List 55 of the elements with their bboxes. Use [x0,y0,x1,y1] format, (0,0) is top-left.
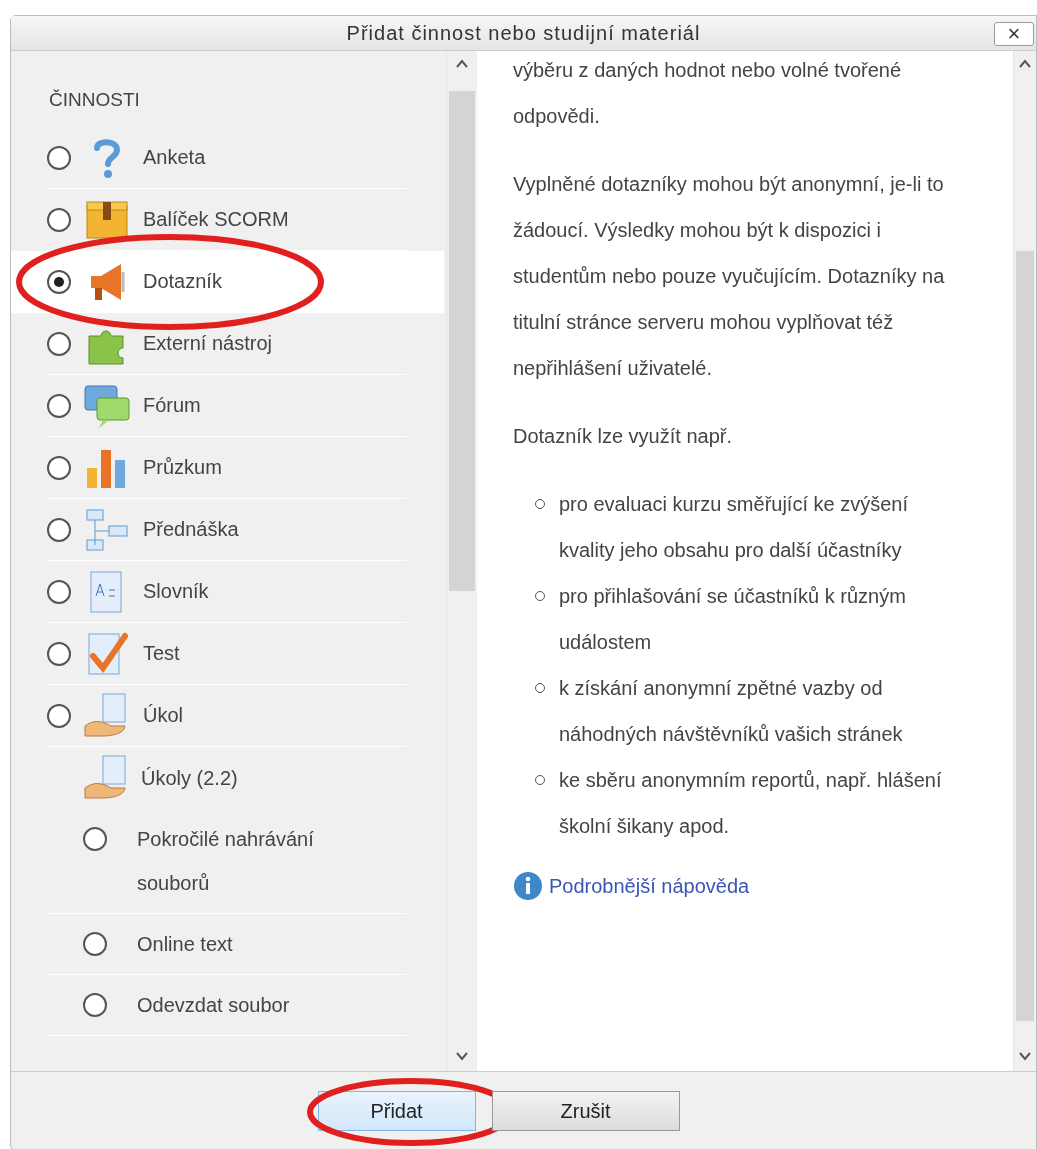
list-row[interactable]: Test [47,623,407,685]
add-button[interactable]: Přidat [317,1091,476,1131]
activity-label: Anketa [143,146,206,169]
radio-button[interactable] [47,269,71,294]
radio-button[interactable] [47,393,71,418]
cancel-button[interactable]: Zrušit [491,1091,680,1131]
close-button[interactable]: × [994,22,1034,46]
activity-label: Úkol [143,704,183,727]
list-row[interactable]: Fórum [47,375,407,437]
scroll-up-icon[interactable] [1018,59,1032,69]
list-row[interactable]: Slovník [47,561,407,623]
radio-button[interactable] [83,993,107,1017]
list-row[interactable]: Průzkum [47,437,407,499]
group-label: Úkoly (2.2) [141,766,238,790]
activity-label: Odevzdat soubor [137,993,290,1018]
list-row[interactable]: Anketa [47,127,407,189]
scroll-thumb[interactable] [449,91,475,591]
radio-button[interactable] [47,517,71,542]
radio-button[interactable] [47,579,71,604]
list-row[interactable]: Externí nástroj [47,313,407,375]
bullet-text: ke sběru anonymním reportů, např. hlášení školní šikany apod. [559,768,943,839]
scroll-down-icon[interactable] [1018,1051,1032,1061]
description-paragraph: výběru z daných hodnot nebo volné tvořené odpovědi. [513,58,903,129]
radio-button[interactable] [47,641,71,666]
activity-label: Slovník [143,580,209,603]
activity-label: Test [143,642,180,665]
info-icon [513,871,543,901]
radio-button[interactable] [47,207,71,232]
list-row[interactable]: Přednáška [47,499,407,561]
scrollbar[interactable] [1013,51,1036,1071]
scroll-thumb[interactable] [1016,251,1034,1021]
scrollbar[interactable] [446,51,477,1071]
radio-button[interactable] [47,703,71,728]
help-link[interactable]: Podrobnější nápověda [549,863,750,909]
scroll-down-icon[interactable] [455,1051,469,1061]
selected-row[interactable]: Dotazník [11,251,444,313]
section-heading: ČINNOSTI [49,89,141,111]
radio-button[interactable] [47,145,71,170]
description-paragraph: Dotazník lze využít např. [513,424,733,449]
radio-button[interactable] [83,932,107,956]
radio-button[interactable] [83,827,107,851]
radio-button[interactable] [47,455,71,480]
activity-label: Externí nástroj [143,332,272,355]
activity-label: Průzkum [143,456,222,479]
scroll-up-icon[interactable] [455,59,469,69]
activity-label: Online text [137,932,233,957]
activity-label: Balíček SCORM [143,208,289,231]
radio-button[interactable] [47,331,71,356]
activity-label: Dotazník [143,270,222,293]
activity-label: Pokročilé nahrávání souborů [137,827,315,896]
activity-label: Fórum [143,394,201,417]
description-paragraph: Vyplněné dotazníky mohou být anonymní, je-li to žádoucí. Výsledky mohou být k dispozici i studentům nebo pouze vyučujícím. Dotazníky na titulní stránce serveru mohou vyplňovat též nepřihlášení uživatelé. [513,172,946,381]
dialog-title: Přidat činnost nebo studijní materiál [346,21,701,45]
activity-label: Přednáška [143,518,239,541]
list-row[interactable]: Úkol [47,685,407,747]
